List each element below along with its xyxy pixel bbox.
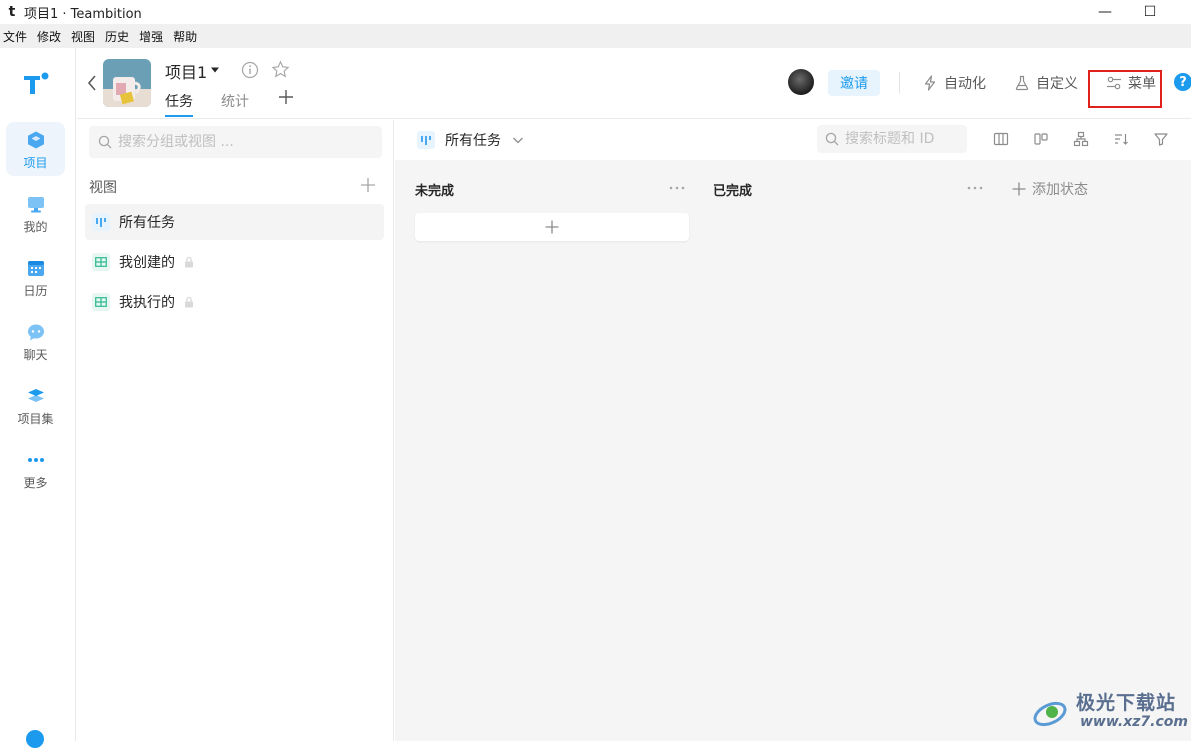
board-toolbar: 所有任务 [395, 120, 1191, 160]
hierarchy-icon[interactable] [1073, 131, 1089, 147]
lock-icon [185, 296, 193, 308]
table-view-icon [92, 253, 110, 271]
tab-statistics[interactable]: 统计 [221, 91, 249, 111]
nav-item-portfolio[interactable]: 项目集 [6, 378, 65, 432]
view-search-input[interactable] [118, 134, 368, 150]
star-icon[interactable] [271, 60, 290, 79]
back-chevron-icon[interactable] [85, 73, 99, 93]
view-item-created-by-me[interactable]: 我创建的 [85, 244, 384, 280]
column-title-todo: 未完成 [415, 184, 455, 199]
board-area: 所有任务 搜索标题和 ID 未完成 已完成 添加状态 [395, 120, 1191, 741]
lock-icon [185, 256, 193, 268]
tab-tasks[interactable]: 任务 [165, 91, 193, 111]
info-icon[interactable] [241, 61, 259, 79]
divider [899, 72, 900, 94]
maximize-button[interactable]: ☐ [1130, 0, 1170, 24]
cube-icon [27, 131, 44, 149]
site-watermark: 极光下载站 www.xz7.com [1030, 688, 1188, 734]
caret-down-icon[interactable] [210, 66, 220, 74]
view-item-assigned-to-me[interactable]: 我执行的 [85, 284, 384, 320]
automation-label: 自动化 [944, 76, 986, 92]
menu-view[interactable]: 视图 [68, 28, 102, 45]
nav-label: 项目 [23, 156, 48, 170]
more-dots-icon[interactable] [967, 186, 983, 190]
help-icon[interactable]: ? [1174, 73, 1191, 91]
search-icon [98, 135, 112, 149]
nav-item-more[interactable]: 更多 [6, 442, 65, 496]
customize-button[interactable]: 自定义 [1014, 72, 1078, 94]
chat-icon [27, 324, 44, 341]
plus-icon [1012, 182, 1026, 196]
table-view-icon [92, 293, 110, 311]
lightning-icon [924, 75, 936, 91]
menu-help[interactable]: 帮助 [170, 28, 204, 45]
monitor-icon [27, 197, 44, 213]
nav-label: 聊天 [23, 348, 48, 362]
watermark-url: www.xz7.com [1080, 714, 1188, 730]
add-status-button[interactable]: 添加状态 [1012, 179, 1088, 199]
tab-active-indicator [165, 115, 193, 117]
task-search-input[interactable] [845, 131, 963, 147]
view-item-label: 我创建的 [119, 255, 175, 271]
plus-icon [545, 220, 559, 234]
window-title: 项目1 · Teambition [24, 6, 142, 22]
nav-label: 项目集 [17, 412, 54, 426]
app-logo: t [8, 4, 16, 20]
nav-item-mine[interactable]: 我的 [6, 186, 65, 240]
calendar-icon [27, 261, 44, 276]
nav-label: 我的 [23, 220, 48, 234]
more-dots-icon[interactable] [669, 186, 685, 190]
view-item-all-tasks[interactable]: 所有任务 [85, 204, 384, 240]
left-nav: 项目 我的 日历 聊天 项目集 更多 [0, 48, 76, 748]
title-bar: t 项目1 · Teambition — ☐ [0, 0, 1191, 24]
watermark-text: 极光下载站 [1076, 692, 1177, 714]
current-view-label: 所有任务 [445, 133, 501, 149]
add-circle-icon[interactable] [26, 730, 44, 748]
customize-label: 自定义 [1036, 76, 1078, 92]
chevron-down-icon [513, 137, 523, 144]
task-search-box[interactable] [817, 125, 967, 153]
view-item-label: 我执行的 [119, 295, 175, 311]
search-icon [825, 132, 839, 146]
current-view-selector[interactable]: 所有任务 [417, 130, 525, 150]
layers-icon [27, 389, 44, 402]
minimize-button[interactable]: — [1085, 0, 1125, 24]
layout-icon[interactable] [1033, 131, 1049, 147]
nav-item-chat[interactable]: 聊天 [6, 314, 65, 368]
board-view-icon [92, 213, 110, 231]
view-item-label: 所有任务 [119, 215, 175, 231]
columns-icon[interactable] [993, 131, 1009, 147]
project-cover-image[interactable] [103, 59, 151, 107]
highlight-box [1088, 70, 1162, 108]
teambition-logo[interactable] [22, 70, 50, 96]
flask-icon [1015, 75, 1029, 91]
more-dots-icon [27, 458, 44, 462]
invite-button[interactable]: 邀请 [828, 70, 880, 96]
views-section-title: 视图 [89, 180, 117, 196]
avatar[interactable] [788, 69, 814, 95]
menu-enhance[interactable]: 增强 [136, 28, 170, 45]
menu-history[interactable]: 历史 [102, 28, 136, 45]
add-task-button[interactable] [415, 213, 689, 241]
add-view-icon[interactable] [360, 177, 376, 193]
nav-item-calendar[interactable]: 日历 [6, 250, 65, 304]
menu-bar: 文件 修改 视图 历史 增强 帮助 [0, 24, 1191, 48]
add-status-label: 添加状态 [1032, 182, 1088, 198]
board-view-icon [417, 131, 435, 149]
watermark-logo-icon [1033, 701, 1067, 727]
nav-label: 更多 [23, 476, 48, 490]
views-panel: 视图 所有任务 我创建的 我执行的 [77, 120, 394, 741]
nav-item-projects[interactable]: 项目 [6, 122, 65, 176]
view-search-box[interactable] [89, 126, 382, 158]
menu-file[interactable]: 文件 [0, 28, 34, 45]
nav-label: 日历 [23, 284, 48, 298]
filter-icon[interactable] [1153, 131, 1169, 147]
add-tab-icon[interactable] [278, 89, 294, 105]
project-header: 项目1 任务 统计 邀请 自动化 自定义 菜单 ? [77, 48, 1191, 119]
project-name[interactable]: 项目1 [165, 59, 207, 83]
menu-edit[interactable]: 修改 [34, 28, 68, 45]
automation-button[interactable]: 自动化 [922, 72, 986, 94]
column-title-done: 已完成 [713, 184, 753, 199]
sort-icon[interactable] [1113, 131, 1129, 147]
